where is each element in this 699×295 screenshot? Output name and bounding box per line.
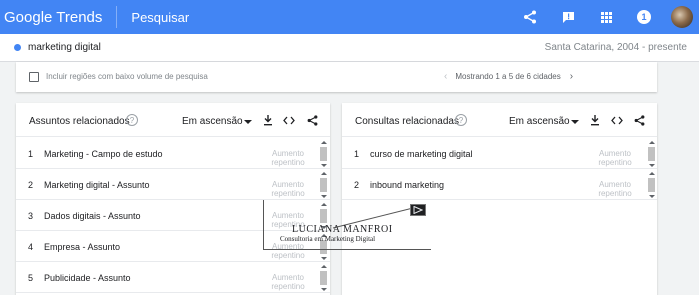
chevron-down-icon[interactable] <box>244 120 252 124</box>
rank-number: 1 <box>354 149 360 159</box>
topic-label[interactable]: Marketing - Campo de estudo <box>44 149 163 159</box>
notification-badge[interactable]: 1 <box>633 6 655 28</box>
share-icon[interactable] <box>633 114 645 126</box>
breakout-value: Aumento repentino <box>598 149 632 167</box>
avatar[interactable] <box>671 6 693 28</box>
share-icon[interactable] <box>519 6 541 28</box>
related-queries-title: Consultas relacionadas <box>355 116 459 127</box>
topic-label[interactable]: Empresa - Assunto <box>44 242 120 252</box>
related-topics-panel: Assuntos relacionados ? Em ascensão 1 Ma… <box>16 103 330 295</box>
breakout-value: Aumento repentino <box>598 180 632 198</box>
row-scrollbar[interactable] <box>648 172 655 198</box>
help-icon[interactable]: ? <box>126 114 138 126</box>
regions-pagination: ‹ Mostrando 1 a 5 de 6 cidades › <box>444 71 573 82</box>
rank-number: 5 <box>28 273 34 283</box>
rank-number: 3 <box>28 211 34 221</box>
term-color-dot <box>14 44 21 51</box>
notification-count: 1 <box>637 10 651 24</box>
download-icon[interactable] <box>262 114 274 126</box>
next-page-icon[interactable]: › <box>570 71 573 82</box>
query-label[interactable]: curso de marketing digital <box>370 149 473 159</box>
rank-number: 2 <box>354 180 360 190</box>
download-icon[interactable] <box>589 114 601 126</box>
list-item[interactable]: 4 Empresa - Assunto Aumento repentino <box>16 231 330 262</box>
row-scrollbar[interactable] <box>320 141 327 167</box>
embed-icon[interactable] <box>283 114 295 126</box>
list-item[interactable]: 2 inbound marketing Aumento repentino <box>342 169 657 200</box>
search-term[interactable]: marketing digital <box>28 42 101 53</box>
row-scrollbar[interactable] <box>648 141 655 167</box>
topic-label[interactable]: Marketing digital - Assunto <box>44 180 150 190</box>
pagination-text: Mostrando 1 a 5 de 6 cidades <box>455 72 561 81</box>
page-title: Pesquisar <box>131 9 190 25</box>
chevron-down-icon[interactable] <box>571 120 579 124</box>
related-queries-header: Consultas relacionadas ? Em ascensão <box>342 103 657 137</box>
row-scrollbar[interactable] <box>320 234 327 260</box>
apps-grid-icon[interactable] <box>595 6 617 28</box>
low-volume-label: Incluir regiões com baixo volume de pesq… <box>46 72 208 81</box>
list-item[interactable]: 1 curso de marketing digital Aumento rep… <box>342 138 657 169</box>
rank-number: 4 <box>28 242 34 252</box>
row-scrollbar[interactable] <box>320 203 327 229</box>
header-divider <box>116 6 118 28</box>
breakout-value: Aumento repentino <box>271 180 305 198</box>
prev-page-icon[interactable]: ‹ <box>444 71 447 82</box>
rank-number: 2 <box>28 180 34 190</box>
sort-dropdown[interactable]: Em ascensão <box>509 116 570 127</box>
help-icon[interactable]: ? <box>455 114 467 126</box>
top-app-bar: Google Trends Pesquisar 1 <box>0 0 699 34</box>
row-scrollbar[interactable] <box>320 172 327 198</box>
regions-footer: Incluir regiões com baixo volume de pesq… <box>16 62 657 92</box>
list-item[interactable]: 1 Marketing - Campo de estudo Aumento re… <box>16 138 330 169</box>
breakout-value: Aumento repentino <box>271 211 305 229</box>
feedback-icon[interactable] <box>557 6 579 28</box>
embed-icon[interactable] <box>611 114 623 126</box>
list-item[interactable]: 3 Dados digitais - Assunto Aumento repen… <box>16 200 330 231</box>
search-term-bar: marketing digital Santa Catarina, 2004 -… <box>0 34 699 62</box>
list-item[interactable]: 2 Marketing digital - Assunto Aumento re… <box>16 169 330 200</box>
sort-dropdown[interactable]: Em ascensão <box>182 116 243 127</box>
topic-label[interactable]: Dados digitais - Assunto <box>44 211 141 221</box>
list-item[interactable]: 5 Publicidade - Assunto Aumento repentin… <box>16 262 330 293</box>
related-topics-header: Assuntos relacionados ? Em ascensão <box>16 103 330 137</box>
breakout-value: Aumento repentino <box>271 149 305 167</box>
query-label[interactable]: inbound marketing <box>370 180 444 190</box>
low-volume-checkbox[interactable] <box>29 72 39 82</box>
google-trends-logo[interactable]: Google Trends <box>4 9 102 26</box>
breakout-value: Aumento repentino <box>271 273 305 291</box>
header-actions: 1 <box>503 0 693 34</box>
rank-number: 1 <box>28 149 34 159</box>
breakout-value: Aumento repentino <box>271 242 305 260</box>
topic-label[interactable]: Publicidade - Assunto <box>44 273 131 283</box>
term-filters: Santa Catarina, 2004 - presente <box>544 42 687 53</box>
related-topics-title: Assuntos relacionados <box>29 116 130 127</box>
row-scrollbar[interactable] <box>320 265 327 291</box>
share-icon[interactable] <box>306 114 318 126</box>
related-queries-panel: Consultas relacionadas ? Em ascensão 1 c… <box>342 103 657 295</box>
